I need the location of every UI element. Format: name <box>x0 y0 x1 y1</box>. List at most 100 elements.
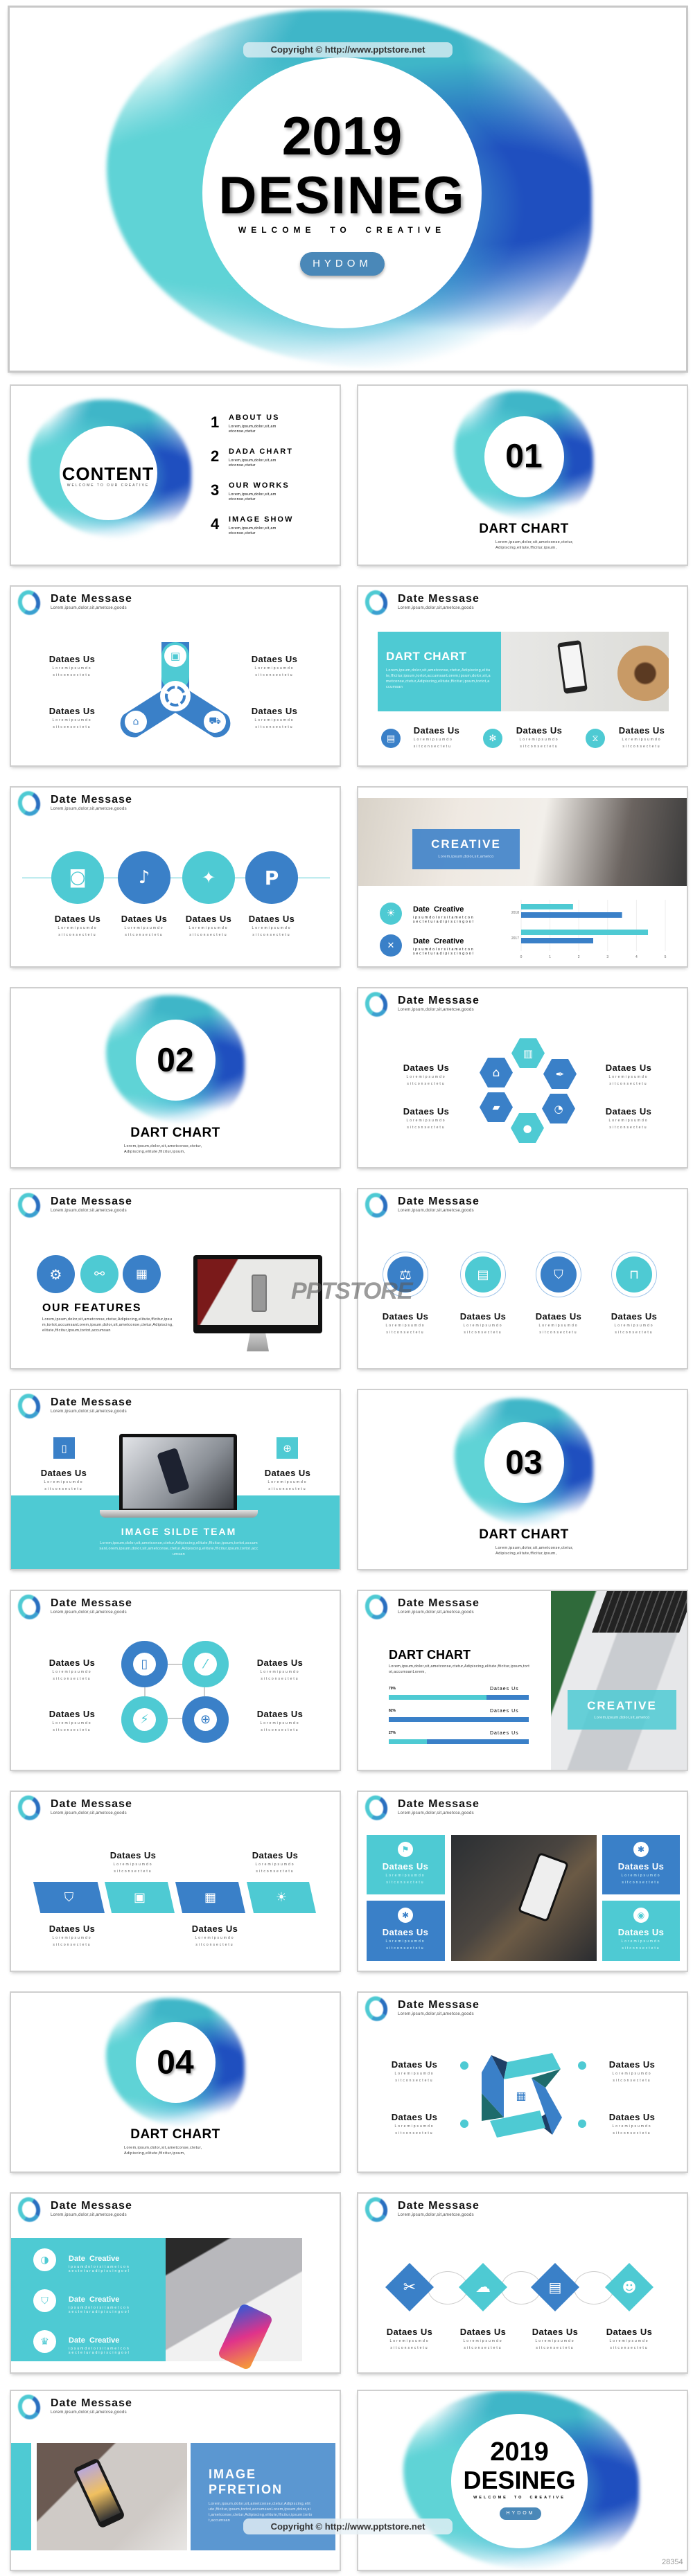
shield-icon: ⛉ <box>541 1256 577 1293</box>
slide-title: Date Messase <box>51 1196 132 1207</box>
slide-creative-list[interactable]: Date Messase Lorem,ipsum,dolor,sit,ametc… <box>10 2192 341 2374</box>
info-item: Dataes Us Loremipsumdo sitconsectetu <box>391 2059 438 2083</box>
slide-subtitle: Lorem,ipsum,dolor,sit,ametcse,goods <box>51 1410 127 1414</box>
slide-progress[interactable]: Date Messase Lorem,ipsum,dolor,sit,ametc… <box>357 1590 688 1771</box>
pfretion-title-2: PFRETION <box>209 2482 283 2496</box>
closing-title: DESINEG <box>463 2466 576 2494</box>
slide-section-02[interactable]: 02 DART CHART Lorem,ipsum,dolor,sit,amet… <box>10 987 341 1169</box>
instagram-icon[interactable]: ◙ <box>51 851 104 904</box>
info-item: Dataes Us Loremipsumdo sitconsectetu <box>40 1468 87 1491</box>
slide-section-04[interactable]: 04 DART CHART Lorem,ipsum,dolor,sit,amet… <box>10 1991 341 2173</box>
closing-hydom-button[interactable]: HYDOM <box>500 2507 541 2520</box>
features-desc: Lorem,ipsum,dolor,sit,ametconse,ctetur,A… <box>42 1317 174 1333</box>
logo-ring-icon <box>362 989 391 1020</box>
trophy-icon: ♛ <box>33 2330 56 2353</box>
slide-image-team[interactable]: Date Messase Lorem,ipsum,dolor,sit,ametc… <box>10 1389 341 1570</box>
info-item: Dataes Us Loremipsumdo sitconsectetu <box>49 1709 96 1732</box>
info-item: Dataes Us Loremipsumdo sitconsectetu <box>121 914 168 937</box>
progress-label: Dataes Us <box>490 1687 519 1691</box>
slide-closing[interactable]: 2019 DESINEG WELCOME TO CREATIVE HYDOM <box>357 2390 688 2571</box>
section-number: 03 <box>505 1444 543 1482</box>
monitor-stand <box>247 1333 269 1351</box>
info-item: Dataes Us Loremipsumdo sitconsectetu <box>54 914 101 937</box>
progress-label: Dataes Us <box>490 1731 519 1736</box>
slide-title: Date Messase <box>51 794 132 806</box>
twitter-icon[interactable]: ✦ <box>182 851 235 904</box>
item-desc: etconse,ctetur <box>229 463 256 468</box>
x-tick-label: 5 <box>665 955 667 959</box>
laptop-phone-photo <box>166 2238 302 2371</box>
category-label: 2018 <box>511 911 519 915</box>
info-item: Dataes Us Loremipsumdo sitconsectetu <box>49 1924 96 1947</box>
creative-banner: CREATIVE Lorem,ipsum,dolor,sit,ametco <box>412 829 520 869</box>
section-title: DART CHART <box>130 2127 220 2142</box>
slide-spinner[interactable]: Date Messase Lorem,ipsum,dolor,sit,ametc… <box>10 585 341 767</box>
info-item: Dataes Us Loremipsumdo sitconsectetu <box>391 2112 438 2135</box>
creative-item: Date Creative ipsumdolorsitametcon sectetu… <box>69 2336 130 2355</box>
slide-subtitle: Lorem,ipsum,dolor,sit,ametcse,goods <box>51 807 127 811</box>
pen-icon: ✒ <box>543 1059 577 1089</box>
info-item: Dataes Us Loremipsumdo sitconsectetu <box>403 1063 450 1086</box>
logo-ring-icon <box>15 2392 44 2422</box>
dot <box>460 2120 468 2128</box>
item-number: 1 <box>211 414 220 431</box>
item-label: OUR WORKS <box>229 481 290 490</box>
section-desc: Lorem,ipsum,dolor,sit,ametconse,ctetur, <box>495 1546 574 1550</box>
slide-ribbon[interactable]: Date Messase Lorem,ipsum,dolor,sit,ametc… <box>357 1991 688 2173</box>
creative-item: Date Creative ipsumdolorsitametcon sectetu… <box>69 2255 130 2273</box>
slide-section-03[interactable]: 03 DART CHART Lorem,ipsum,dolor,sit,amet… <box>357 1389 688 1570</box>
document-icon: ▤ <box>465 1256 501 1293</box>
info-item: Dataes Us Loremipsumdo sitconsectetu <box>256 1658 304 1681</box>
phone-hand-photo <box>451 1835 597 1961</box>
slide-hexagons[interactable]: Date Messase Lorem,ipsum,dolor,sit,ametc… <box>357 987 688 1169</box>
user-icon: ● <box>511 1113 544 1143</box>
bar <box>521 904 573 909</box>
pinterest-icon[interactable]: P <box>245 851 298 904</box>
tiktok-icon[interactable]: ♪ <box>118 851 170 904</box>
section-number: 04 <box>157 2044 194 2081</box>
x-tick-label: 4 <box>635 955 638 959</box>
cover-slide: Copyright © http://www.pptstore.net 2019… <box>8 6 688 373</box>
info-item: Dataes Us Loremipsumdo sitconsectetu <box>516 725 563 749</box>
creative-item: Date Creative ipsumdolorsitametcon sectetu… <box>69 2295 130 2314</box>
phone-desk-photo <box>501 632 669 711</box>
slide-subtitle: Lorem,ipsum,dolor,sit,ametcse,goods <box>398 2213 474 2217</box>
slide-title: Date Messase <box>398 593 480 605</box>
slide-image-pfretion[interactable]: Date Messase Lorem,ipsum,dolor,sit,ametc… <box>10 2390 341 2571</box>
section-desc: Adipiscing,elitute,fficitur,ipsum, <box>124 2151 186 2156</box>
slide-diamonds[interactable]: Date Messase Lorem,ipsum,dolor,sit,ametc… <box>357 2192 688 2374</box>
logo-ring-icon <box>15 1190 44 1220</box>
pie-chart-icon: ◔ <box>542 1094 575 1123</box>
info-item: Dataes Us Loremipsumdo sitconsectetu <box>606 2327 653 2350</box>
slide-contents[interactable]: CONTENT WELCOME TO OUR CREATIVE 1 ABOUT U… <box>10 384 341 566</box>
slide-parallelograms[interactable]: Date Messase Lorem,ipsum,dolor,sit,ametc… <box>10 1791 341 1972</box>
bar <box>521 912 622 918</box>
flag-icon: ⚑ <box>398 1842 413 1857</box>
hydom-button[interactable]: HYDOM <box>300 252 385 276</box>
progress-fill <box>389 1717 504 1722</box>
slide-features[interactable]: Date Messase Lorem,ipsum,dolor,sit,ametc… <box>10 1188 341 1369</box>
copyright-badge: Copyright © http://www.pptstore.net <box>243 2519 453 2534</box>
copyright-badge: Copyright © http://www.pptstore.net <box>243 42 453 57</box>
info-item: Dataes Us Loremipsumdo sitconsectetu <box>264 1468 311 1491</box>
slide-dart-card[interactable]: Date Messase Lorem,ipsum,dolor,sit,ametc… <box>357 585 688 767</box>
phone-hands-photo <box>37 2443 187 2550</box>
slide-creative-chart[interactable]: CREATIVE Lorem,ipsum,dolor,sit,ametco ☀ … <box>357 786 688 968</box>
laptop-image <box>119 1434 237 1510</box>
image-team-title: IMAGE SILDE TEAM <box>121 1526 237 1537</box>
slide-title: Date Messase <box>398 1196 480 1207</box>
slide-subtitle: Lorem,ipsum,dolor,sit,ametcse,goods <box>398 1209 474 1213</box>
section-title: DART CHART <box>130 1126 220 1140</box>
slide-circle-grid[interactable]: Date Messase Lorem,ipsum,dolor,sit,ametc… <box>10 1590 341 1771</box>
lightbulb-icon: ☀ <box>380 903 402 925</box>
slide-section-01[interactable]: 01 DART CHART Lorem,ipsum,dolor,sit,amet… <box>357 384 688 566</box>
hourglass-icon: ⧖ <box>586 729 605 748</box>
slide-tiles[interactable]: Date Messase Lorem,ipsum,dolor,sit,ametc… <box>357 1791 688 1972</box>
info-item: Dataes Us Loremipsumdo sitconsectetu <box>403 1106 450 1130</box>
home-icon: ⌂ <box>480 1058 513 1087</box>
progress-percent: 27% <box>389 1731 396 1735</box>
info-item: Dataes Us Loremipsumdo sitconsectetu <box>185 914 232 937</box>
slide-title: Date Messase <box>51 593 132 605</box>
search-icon: ⊕ <box>277 1437 298 1459</box>
slide-social[interactable]: Date Messase Lorem,ipsum,dolor,sit,ametc… <box>10 786 341 968</box>
